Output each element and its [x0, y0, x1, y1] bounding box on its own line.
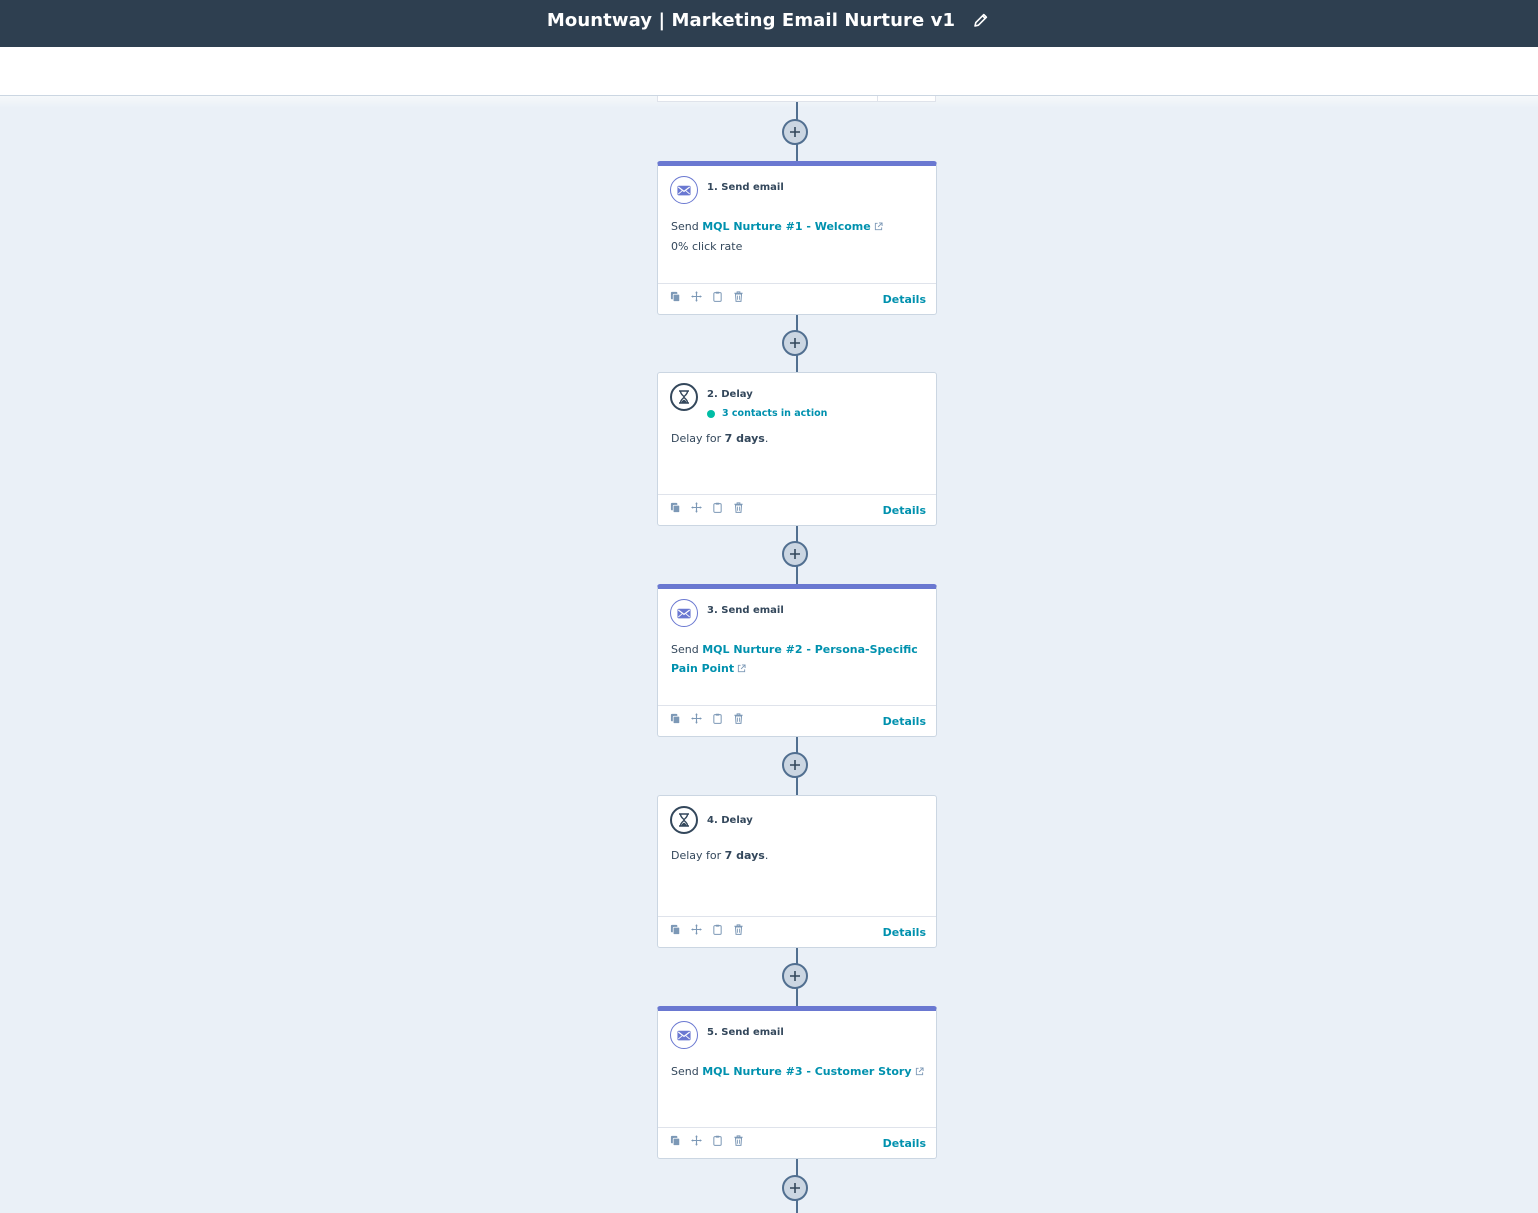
card-header: 1. Send email	[670, 176, 784, 204]
external-link-icon[interactable]	[874, 218, 883, 237]
delay-prefix: Delay for	[671, 849, 722, 862]
card-footer: Details	[658, 705, 936, 736]
add-action-button[interactable]	[782, 752, 808, 778]
move-icon[interactable]	[690, 501, 702, 513]
delay-suffix: .	[764, 849, 769, 862]
clipboard-icon[interactable]	[711, 290, 723, 302]
trash-icon[interactable]	[732, 923, 744, 935]
details-link[interactable]: Details	[883, 504, 926, 517]
copy-icon[interactable]	[669, 501, 681, 513]
contacts-status[interactable]: 3 contacts in action	[707, 408, 827, 419]
action-card-send-email[interactable]: 3. Send email Send MQL Nurture #2 - Pers…	[657, 584, 937, 737]
copy-icon[interactable]	[669, 712, 681, 724]
external-link-icon[interactable]	[737, 660, 746, 679]
mail-icon	[670, 599, 698, 627]
step-label: 3. Send email	[707, 605, 784, 616]
email-link[interactable]: MQL Nurture #1 - Welcome	[702, 220, 870, 233]
details-link[interactable]: Details	[883, 926, 926, 939]
action-card-send-email[interactable]: 5. Send email Send MQL Nurture #3 - Cust…	[657, 1006, 937, 1159]
hourglass-icon	[670, 806, 698, 834]
add-action-button[interactable]	[782, 963, 808, 989]
card-footer: Details	[658, 494, 936, 525]
delay-value: 7 days	[724, 849, 765, 862]
trash-icon[interactable]	[732, 712, 744, 724]
plus-icon	[789, 970, 801, 982]
copy-icon[interactable]	[669, 290, 681, 302]
delay-value: 7 days	[724, 432, 765, 445]
workflow-title: Mountway | Marketing Email Nurture v1	[546, 9, 956, 31]
add-action-button[interactable]	[782, 1175, 808, 1201]
status-dot	[707, 409, 715, 418]
clipboard-icon[interactable]	[711, 712, 723, 724]
send-prefix: Send	[671, 643, 699, 656]
plus-icon	[789, 759, 801, 771]
delay-prefix: Delay for	[671, 432, 722, 445]
card-footer: Details	[658, 1127, 936, 1158]
clipboard-icon[interactable]	[711, 501, 723, 513]
move-icon[interactable]	[690, 923, 702, 935]
move-icon[interactable]	[690, 290, 702, 302]
move-icon[interactable]	[690, 712, 702, 724]
plus-icon	[789, 548, 801, 560]
trash-icon[interactable]	[732, 501, 744, 513]
title-wrap: Mountway | Marketing Email Nurture v1	[0, 0, 1538, 40]
details-link[interactable]: Details	[883, 293, 926, 306]
clipboard-icon[interactable]	[711, 1134, 723, 1146]
previous-card-divider	[877, 96, 878, 102]
trash-icon[interactable]	[732, 290, 744, 302]
click-rate: 0% click rate	[671, 240, 743, 253]
card-header: 3. Send email	[670, 599, 784, 627]
plus-icon	[789, 1182, 801, 1194]
pencil-icon[interactable]	[971, 10, 991, 30]
copy-icon[interactable]	[669, 923, 681, 935]
send-prefix: Send	[671, 1065, 699, 1078]
copy-icon[interactable]	[669, 1134, 681, 1146]
details-link[interactable]: Details	[883, 1137, 926, 1150]
card-footer: Details	[658, 283, 936, 314]
delay-suffix: .	[764, 432, 769, 445]
action-card-send-email[interactable]: 1. Send email Send MQL Nurture #1 - Welc…	[657, 161, 937, 315]
action-card-delay[interactable]: 4. Delay Delay for 7 days. Details	[657, 795, 937, 948]
add-action-button[interactable]	[782, 119, 808, 145]
mail-icon	[670, 1021, 698, 1049]
mail-icon	[670, 176, 698, 204]
step-label: 4. Delay	[707, 815, 753, 826]
card-body: Delay for 7 days.	[671, 429, 926, 448]
toolbar	[0, 47, 1538, 96]
details-link[interactable]: Details	[883, 715, 926, 728]
plus-icon	[789, 126, 801, 138]
card-body: Send MQL Nurture #2 - Persona-Specific P…	[671, 640, 926, 679]
clipboard-icon[interactable]	[711, 923, 723, 935]
step-label: 1. Send email	[707, 182, 784, 193]
card-footer: Details	[658, 916, 936, 947]
action-card-delay[interactable]: 2. Delay 3 contacts in action Delay for …	[657, 372, 937, 526]
status-text: 3 contacts in action	[722, 408, 828, 419]
hourglass-icon	[670, 383, 698, 411]
move-icon[interactable]	[690, 1134, 702, 1146]
card-body: Send MQL Nurture #3 - Customer Story	[671, 1062, 926, 1082]
add-action-button[interactable]	[782, 330, 808, 356]
card-header: 5. Send email	[670, 1021, 784, 1049]
send-prefix: Send	[671, 220, 699, 233]
trash-icon[interactable]	[732, 1134, 744, 1146]
email-link[interactable]: MQL Nurture #2 - Persona-Specific Pain P…	[671, 643, 918, 675]
card-header: 4. Delay	[670, 806, 753, 834]
external-link-icon[interactable]	[915, 1063, 924, 1082]
add-action-button[interactable]	[782, 541, 808, 567]
workflow-header: Mountway | Marketing Email Nurture v1	[0, 0, 1538, 47]
card-body: Send MQL Nurture #1 - Welcome 0% click r…	[671, 217, 926, 256]
step-label: 2. Delay	[707, 389, 753, 400]
plus-icon	[789, 337, 801, 349]
step-label: 5. Send email	[707, 1027, 784, 1038]
card-header: 2. Delay 3 contacts in action	[670, 383, 827, 419]
email-link[interactable]: MQL Nurture #3 - Customer Story	[702, 1065, 911, 1078]
card-body: Delay for 7 days.	[671, 846, 926, 865]
